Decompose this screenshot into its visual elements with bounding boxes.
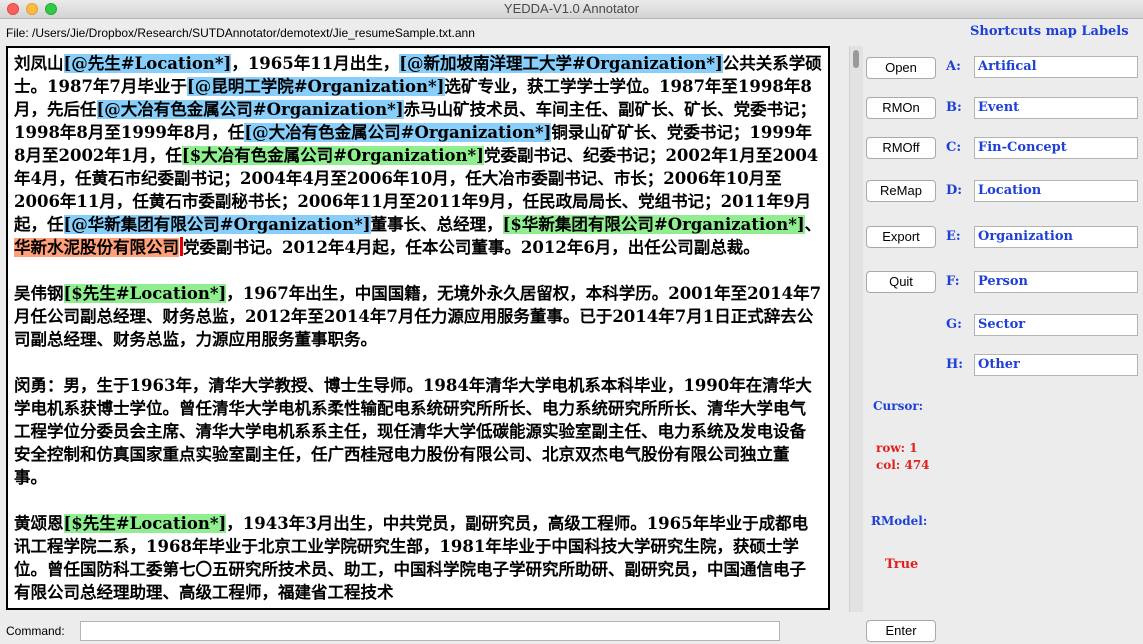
entity-annotation: [@华新集团有限公司#Organization*] bbox=[63, 215, 371, 234]
shortcut-key-c: C: bbox=[946, 140, 962, 155]
entity-annotation: [@先生#Location*] bbox=[63, 54, 232, 73]
shortcut-key-b: B: bbox=[946, 100, 962, 115]
shortcuts-title: Shortcuts map Labels bbox=[970, 24, 1129, 39]
export-button[interactable]: Export bbox=[866, 226, 936, 248]
paragraph-separator bbox=[14, 489, 822, 512]
annotation-text-editor[interactable]: 刘凤山[@先生#Location*]，1965年11月出生，[@新加坡南洋理工大… bbox=[6, 46, 830, 610]
editor-scrollbar[interactable] bbox=[849, 46, 863, 612]
text-paragraph: 黄颂恩[$先生#Location*]，1943年3月出生，中共党员，副研究员，高… bbox=[14, 512, 822, 604]
selected-text-highlight: 华新水泥股份有限公司 bbox=[14, 238, 179, 257]
file-path-label: File: /Users/Jie/Dropbox/Research/SUTDAn… bbox=[6, 26, 475, 40]
scrollbar-thumb[interactable] bbox=[853, 50, 859, 68]
rmoff-button[interactable]: RMOff bbox=[866, 137, 936, 159]
plain-text-segment: 闵勇：男，生于1963年，清华大学教授、博士生导师。1984年清华大学电机系本科… bbox=[14, 376, 812, 487]
entity-annotation: [@昆明工学院#Organization*] bbox=[186, 77, 445, 96]
command-label: Command: bbox=[6, 624, 65, 638]
shortcut-key-g: G: bbox=[946, 317, 962, 332]
title-bar: YEDDA-V1.0 Annotator bbox=[0, 0, 1143, 19]
text-paragraph: 吴伟钢[$先生#Location*]，1967年出生，中国国籍，无境外永久居留权… bbox=[14, 282, 822, 351]
shortcut-label-other[interactable]: Other bbox=[974, 354, 1138, 376]
rmodel-status-label: RModel: bbox=[871, 514, 928, 528]
plain-text-segment: 黄颂恩 bbox=[14, 514, 64, 533]
rmon-button[interactable]: RMOn bbox=[866, 97, 936, 119]
shortcut-key-f: F: bbox=[946, 274, 960, 289]
entity-annotation: [$先生#Location*] bbox=[63, 514, 227, 533]
shortcut-key-h: H: bbox=[946, 357, 964, 372]
shortcut-label-sector[interactable]: Sector bbox=[974, 314, 1138, 336]
shortcut-label-artifical[interactable]: Artifical bbox=[974, 56, 1138, 78]
command-input[interactable] bbox=[80, 621, 780, 641]
entity-annotation: [@大冶有色金属公司#Organization*] bbox=[244, 123, 552, 142]
enter-button[interactable]: Enter bbox=[866, 620, 936, 642]
entity-annotation: [$先生#Location*] bbox=[63, 284, 227, 303]
quit-button[interactable]: Quit bbox=[866, 271, 936, 293]
shortcut-label-person[interactable]: Person bbox=[974, 271, 1138, 293]
entity-annotation: [@新加坡南洋理工大学#Organization*] bbox=[399, 54, 723, 73]
plain-text-segment: 党委副书记。2012年4月起，任本公司董事。2012年6月，出任公司副总裁。 bbox=[183, 238, 760, 257]
shortcut-key-e: E: bbox=[946, 229, 961, 244]
plain-text-segment: 吴伟钢 bbox=[14, 284, 64, 303]
rmodel-status-value: True bbox=[885, 557, 919, 572]
paragraph-separator bbox=[14, 259, 822, 282]
window-title: YEDDA-V1.0 Annotator bbox=[503, 1, 640, 16]
shortcut-key-d: D: bbox=[946, 183, 963, 198]
entity-annotation: [$华新集团有限公司#Organization*] bbox=[502, 215, 805, 234]
shortcut-label-location[interactable]: Location bbox=[974, 180, 1138, 202]
cursor-col-value: col: 474 bbox=[876, 458, 930, 472]
entity-annotation: [@大冶有色金属公司#Organization*] bbox=[96, 100, 404, 119]
shortcut-label-fin-concept[interactable]: Fin-Concept bbox=[974, 137, 1138, 159]
text-paragraph: 闵勇：男，生于1963年，清华大学教授、博士生导师。1984年清华大学电机系本科… bbox=[14, 374, 822, 489]
shortcut-label-event[interactable]: Event bbox=[974, 97, 1138, 119]
shortcut-label-organization[interactable]: Organization bbox=[974, 226, 1138, 248]
plain-text-segment: 、 bbox=[804, 215, 822, 234]
cursor-status-label: Cursor: bbox=[873, 399, 924, 413]
shortcut-key-a: A: bbox=[946, 59, 961, 74]
remap-button[interactable]: ReMap bbox=[866, 180, 936, 202]
entity-annotation: [$大冶有色金属公司#Organization*] bbox=[181, 146, 484, 165]
text-paragraph: 刘凤山[@先生#Location*]，1965年11月出生，[@新加坡南洋理工大… bbox=[14, 52, 822, 259]
plain-text-segment: ，1965年11月出生， bbox=[231, 54, 400, 73]
cursor-row-value: row: 1 bbox=[876, 441, 918, 455]
open-button[interactable]: Open bbox=[866, 57, 936, 79]
paragraph-separator bbox=[14, 351, 822, 374]
plain-text-segment: 刘凤山 bbox=[14, 54, 64, 73]
plain-text-segment: 董事长、总经理， bbox=[370, 215, 503, 234]
